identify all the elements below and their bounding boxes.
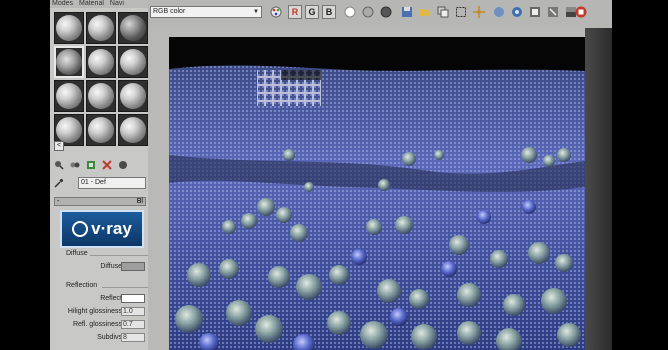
refl-glossiness-field[interactable]: 0.7 [121, 320, 145, 329]
blue-channel-button[interactable]: B [322, 5, 336, 19]
channel-select[interactable]: RGB color ▼ [150, 6, 262, 18]
sample-slot[interactable] [118, 80, 148, 112]
stop-render-icon[interactable] [575, 6, 587, 18]
sample-slot[interactable] [118, 114, 148, 146]
refl-glossiness-label: Refl. glossiness [72, 321, 122, 328]
menu-navigation[interactable]: Navi [110, 0, 124, 8]
material-sphere-icon [88, 83, 114, 109]
vray-brand: v·ray [91, 219, 132, 238]
hilight-glossiness-field[interactable]: 1.0 [121, 307, 145, 316]
sample-slot[interactable] [86, 12, 116, 44]
rendered-landscape-image [169, 37, 585, 350]
menu-material[interactable]: Material [79, 0, 104, 8]
sample-slot[interactable] [54, 80, 84, 112]
dark-dot-icon[interactable] [380, 6, 392, 18]
assign-material-icon[interactable] [86, 160, 96, 170]
material-editor-menu: Modes Material Navi [50, 0, 148, 8]
subdivs-field[interactable]: 8 [121, 333, 145, 342]
eyedropper-icon[interactable] [54, 178, 64, 188]
sample-slot[interactable] [86, 80, 116, 112]
material-sphere-icon [56, 117, 82, 143]
blue-channel-label: B [325, 7, 333, 17]
reflect-row: Reflect [50, 294, 148, 304]
material-sphere-icon [88, 117, 114, 143]
pan-icon[interactable] [493, 6, 505, 18]
vray-mark-icon [72, 221, 89, 237]
hilight-glossiness-label: Hilight glossiness [67, 308, 122, 315]
refl-glossiness-row: Refl. glossiness 0.7 [50, 320, 148, 330]
sample-slot[interactable] [54, 12, 84, 44]
collapse-symbol: - [57, 198, 60, 205]
sample-slots-grid [54, 12, 148, 146]
red-channel-label: R [291, 7, 299, 17]
zoom-icon[interactable] [511, 6, 523, 18]
region-render-icon[interactable] [455, 6, 467, 18]
sample-slot[interactable] [86, 114, 116, 146]
hilight-glossiness-row: Hilight glossiness 1.0 [50, 307, 148, 317]
tracking-icon[interactable] [473, 6, 485, 18]
material-name-field[interactable]: 01 - Def [78, 177, 146, 189]
frame-buffer-right-edge [585, 28, 612, 350]
open-folder-icon[interactable] [419, 6, 431, 18]
reflection-group-label: Reflection [66, 282, 98, 289]
right-black-margin [612, 0, 668, 350]
material-sphere-icon [56, 49, 82, 75]
sample-slot[interactable] [86, 46, 116, 78]
red-channel-button[interactable]: R [288, 5, 302, 19]
material-sphere-icon [88, 49, 114, 75]
get-material-icon[interactable] [54, 160, 64, 170]
render-output-image[interactable] [169, 37, 585, 350]
diffuse-group-line [90, 255, 148, 256]
green-channel-button[interactable]: G [305, 5, 319, 19]
rollout-title: Bl [136, 198, 143, 205]
channel-select-value: RGB color [153, 8, 186, 15]
put-to-scene-icon[interactable] [70, 160, 80, 170]
sample-slot[interactable] [118, 46, 148, 78]
slot-scroll-left-button[interactable]: < [54, 141, 64, 151]
material-sphere-icon [120, 83, 146, 109]
material-tool-row [54, 158, 146, 172]
reflect-color-swatch[interactable] [121, 294, 145, 303]
swatch-icon[interactable] [529, 6, 541, 18]
reflection-group-line [102, 287, 148, 288]
clear-icon[interactable] [547, 6, 559, 18]
material-sphere-icon [120, 15, 146, 41]
material-sphere-icon [120, 117, 146, 143]
rollout-header[interactable]: - Bl [54, 197, 146, 206]
diffuse-row: Diffuse [50, 262, 148, 272]
gray-dot-icon[interactable] [362, 6, 374, 18]
green-channel-label: G [308, 7, 316, 17]
menu-modes[interactable]: Modes [52, 0, 73, 8]
frame-buffer-toolbar: RGB color ▼ R G B [148, 0, 612, 29]
sample-slot-active[interactable] [54, 46, 84, 78]
material-sphere-icon [56, 15, 82, 41]
save-icon[interactable] [401, 6, 413, 18]
copy-icon[interactable] [437, 6, 449, 18]
material-sphere-icon [120, 49, 146, 75]
diffuse-color-swatch[interactable] [121, 262, 145, 271]
diffuse-label: Diffuse [100, 263, 122, 270]
subdivs-row: Subdivs 8 [50, 333, 148, 343]
color-palette-icon[interactable] [270, 6, 282, 18]
material-name-row: 01 - Def [54, 177, 146, 189]
vray-logo: v·ray [60, 210, 144, 248]
material-sphere-icon [56, 83, 82, 109]
sample-slot[interactable] [118, 12, 148, 44]
left-black-margin [0, 0, 50, 350]
make-copy-icon[interactable] [118, 160, 128, 170]
subdivs-label: Subdivs [97, 334, 122, 341]
diffuse-group-label: Diffuse [66, 250, 88, 257]
chevron-down-icon: ▼ [253, 9, 259, 15]
white-dot-icon[interactable] [344, 6, 356, 18]
material-sphere-icon [88, 15, 114, 41]
reflect-label: Reflect [100, 295, 122, 302]
reset-material-icon[interactable] [102, 160, 112, 170]
